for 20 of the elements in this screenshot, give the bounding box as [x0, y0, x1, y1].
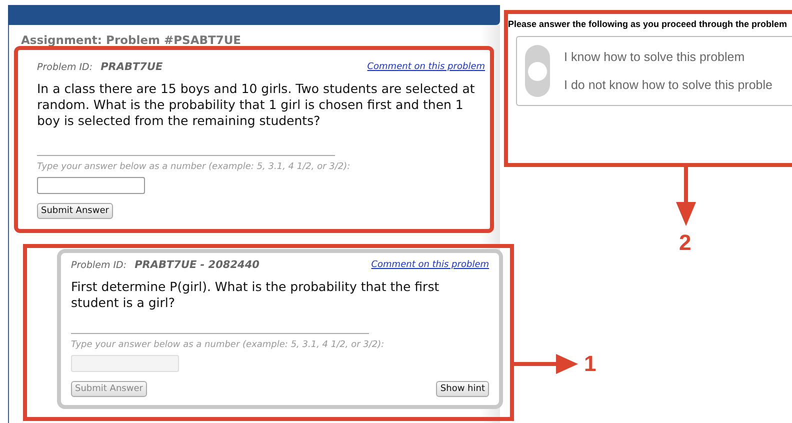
callout-number: 2: [679, 230, 692, 256]
answer-prompt: Type your answer below as a number (example: 5, 3.1, 4 1/2, or 3/2):: [37, 162, 352, 172]
survey-option[interactable]: I know how to solve this problem: [564, 50, 772, 64]
survey-option[interactable]: I do not know how to solve this proble: [564, 78, 772, 92]
comment-link[interactable]: Comment on this problem: [367, 62, 485, 72]
question-text: First determine P(girl). What is the probability that the first student is a girl?: [71, 279, 440, 311]
problem-id: PRABT7UE - 2082440: [134, 259, 260, 271]
arrow-icon: [512, 354, 578, 374]
question-text: In a class there are 15 boys and 10 girls. Two students are selected at random. What is the probability that 1 girl is chosen first and then 1 boy is selected from the remaining students?: [37, 81, 476, 129]
answer-prompt: Type your answer below as a number (example: 5, 3.1, 4 1/2, or 3/2):: [71, 340, 386, 350]
answer-field[interactable]: [37, 177, 145, 194]
arrow-icon: [676, 166, 696, 226]
assignment-title: Assignment: Problem #PSABT7UE: [21, 33, 242, 47]
survey-prompt: Please answer the following as you proceed through the problem: [508, 18, 788, 30]
callout-number: 1: [584, 351, 596, 377]
problem-id: PRABT7UE: [100, 61, 163, 73]
problem-id-label: Problem ID:: [71, 260, 127, 271]
problem-id-label: Problem ID:: [37, 62, 93, 73]
answer-toggle[interactable]: [525, 45, 550, 97]
submit-button[interactable]: Submit Answer: [37, 203, 113, 219]
